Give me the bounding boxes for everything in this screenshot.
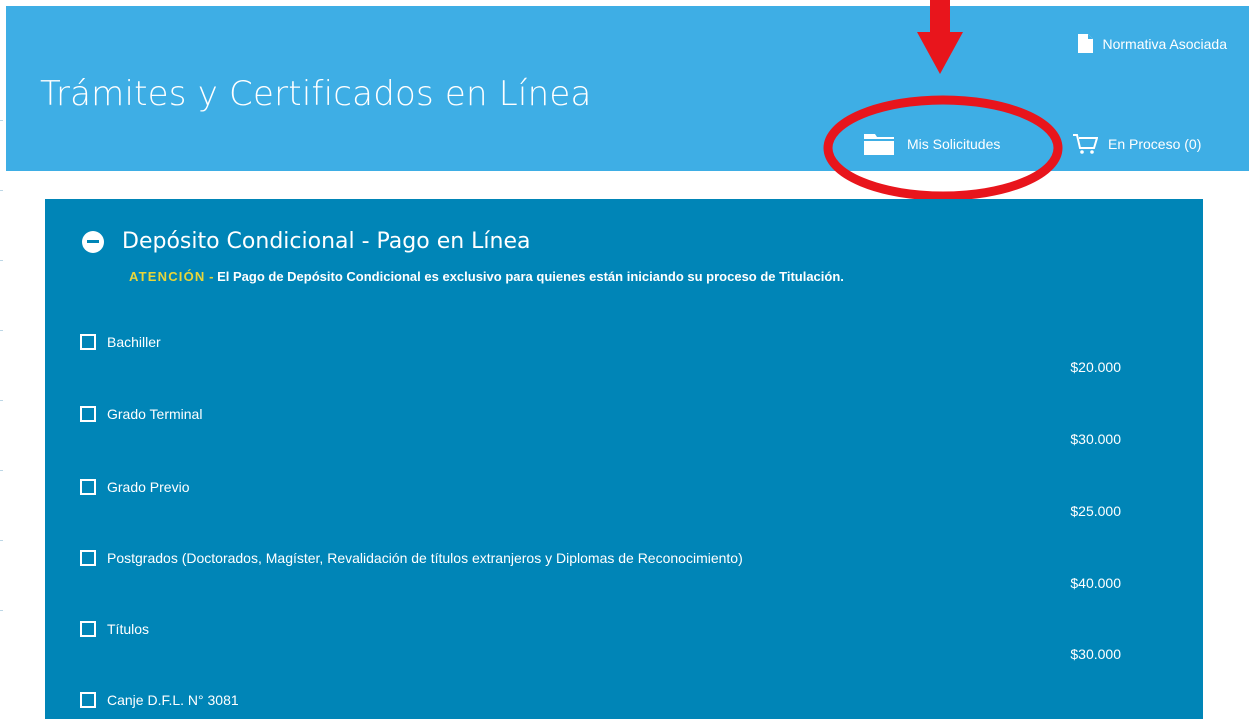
option-bachiller[interactable]: Bachiller: [80, 334, 161, 350]
warning-text: El Pago de Depósito Condicional es exclu…: [217, 269, 844, 284]
option-price: $20.000: [1070, 359, 1121, 375]
warning-dash: -: [205, 269, 218, 284]
checkbox[interactable]: [80, 692, 96, 708]
document-icon: [1078, 34, 1094, 53]
panel-header: Depósito Condicional - Pago en Línea: [82, 229, 531, 254]
panel-title: Depósito Condicional - Pago en Línea: [122, 229, 531, 254]
annotation-arrow: [917, 0, 963, 74]
option-price: $30.000: [1070, 431, 1121, 447]
checkbox[interactable]: [80, 621, 96, 637]
option-titulos[interactable]: Títulos: [80, 621, 149, 637]
normativa-link[interactable]: Normativa Asociada: [1078, 34, 1227, 53]
option-label: Grado Terminal: [107, 406, 203, 422]
deposito-condicional-panel: Depósito Condicional - Pago en Línea ATE…: [45, 199, 1203, 719]
option-price: $30.000: [1070, 646, 1121, 662]
option-grado-terminal[interactable]: Grado Terminal: [80, 406, 202, 422]
checkbox[interactable]: [80, 334, 96, 350]
option-label: Grado Previo: [107, 479, 190, 495]
option-label: Canje D.F.L. N° 3081: [107, 692, 239, 708]
option-label: Títulos: [107, 621, 150, 637]
option-canje-dfl[interactable]: Canje D.F.L. N° 3081: [80, 692, 239, 708]
option-price: $25.000: [1070, 503, 1121, 519]
checkbox[interactable]: [80, 479, 96, 495]
option-grado-previo[interactable]: Grado Previo: [80, 479, 189, 495]
page-title: Trámites y Certificados en Línea: [40, 74, 592, 114]
en-proceso-link[interactable]: En Proceso (0): [1072, 133, 1201, 155]
minus-circle-icon[interactable]: [82, 230, 104, 253]
normativa-label: Normativa Asociada: [1102, 35, 1227, 52]
option-postgrados[interactable]: Postgrados (Doctorados, Magíster, Revali…: [80, 550, 743, 566]
panel-warning: ATENCIÓN - El Pago de Depósito Condicion…: [129, 269, 844, 284]
annotation-circle: [823, 95, 1063, 201]
option-label: Bachiller: [107, 334, 161, 350]
checkbox[interactable]: [80, 550, 96, 566]
checkbox[interactable]: [80, 406, 96, 422]
cart-icon: [1073, 134, 1098, 154]
option-price: $40.000: [1070, 575, 1121, 591]
option-label: Postgrados (Doctorados, Magíster, Revali…: [107, 550, 743, 566]
warning-label: ATENCIÓN: [129, 269, 206, 284]
en-proceso-label: En Proceso (0): [1108, 136, 1202, 152]
